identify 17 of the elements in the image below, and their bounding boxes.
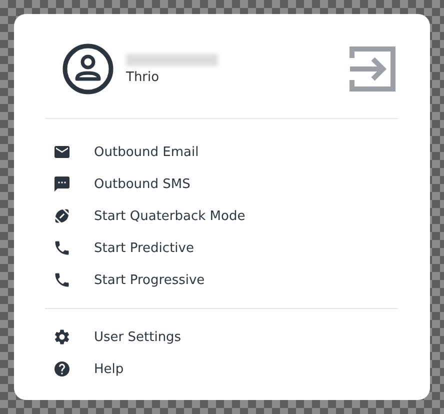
user-avatar-icon [62, 43, 114, 95]
envelope-icon [53, 143, 71, 161]
menu-item[interactable]: Help [94, 362, 124, 376]
menu-item[interactable]: Outbound Email [94, 144, 199, 160]
help-icon [53, 360, 71, 378]
settings-icon [53, 328, 71, 346]
phone-icon [53, 271, 71, 289]
football-icon [53, 207, 71, 225]
phone-icon [53, 239, 71, 257]
menu-item[interactable]: Outbound SMS [94, 176, 190, 192]
menu-item[interactable]: Start Quaterback Mode [94, 208, 246, 224]
menu-item[interactable]: Start Predictive [94, 240, 194, 256]
chat-bubble-icon [53, 175, 71, 193]
organization-name: Thrio [126, 70, 160, 84]
menu-item[interactable]: User Settings [94, 330, 182, 344]
logout-icon[interactable] [348, 44, 398, 94]
menu-item[interactable]: Start Progressive [94, 272, 205, 288]
